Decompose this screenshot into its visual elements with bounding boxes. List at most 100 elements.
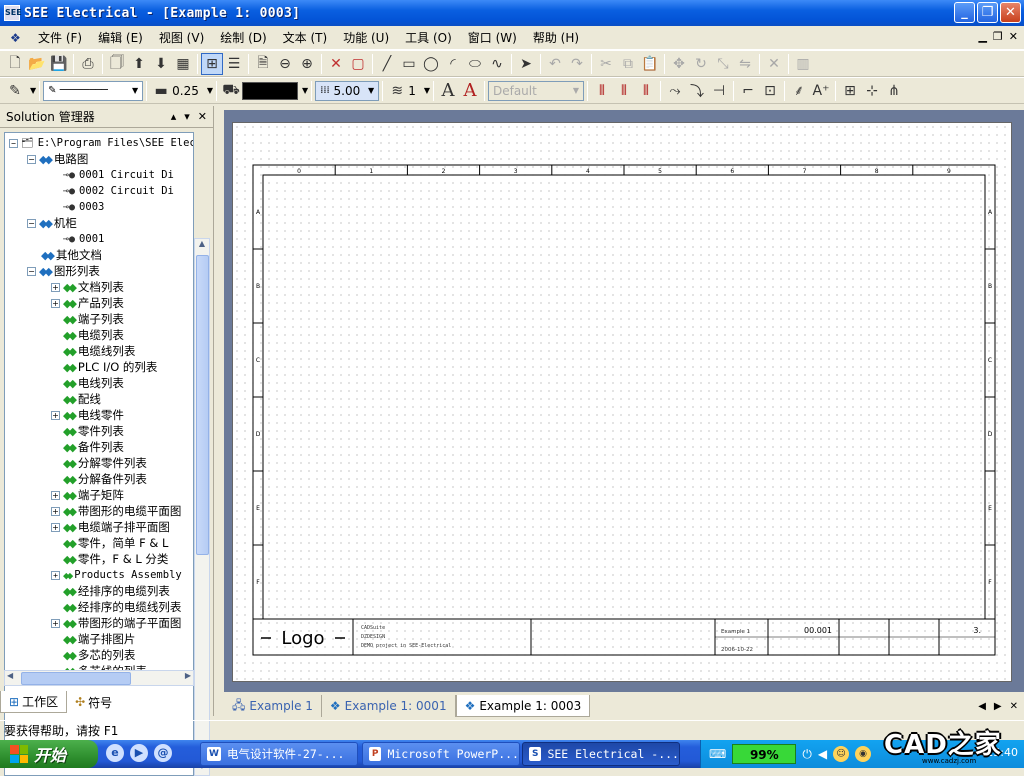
open-folder-icon[interactable]: 📂 [26,53,48,75]
expand-icon[interactable]: + [51,522,60,532]
select-box-icon[interactable]: ▢ [347,53,369,75]
line-width-value[interactable]: 0.25 [172,84,199,98]
start-button[interactable]: 开始 [0,740,98,768]
page-icon[interactable]: 🗍 [106,53,128,75]
cross-ref-icon[interactable]: ⊹ [861,80,883,102]
connect-down-icon[interactable]: ⤵ [686,80,708,102]
doc-minimize-icon[interactable]: ▁ [978,30,986,43]
tree-item-list[interactable]: ◆◆ 经排序的电缆线列表 [51,599,181,615]
plc-icon[interactable]: ⊞ [839,80,861,102]
menu-draw[interactable]: 绘制 (D) [214,29,272,46]
tree-item-cabinet[interactable]: − ◆◆ 机柜 [27,215,77,231]
minimize-button[interactable]: _ [954,2,975,23]
pen-color-icon[interactable]: ✎ [4,80,26,102]
pointer-icon[interactable]: ➤ [515,53,537,75]
keyboard-icon[interactable]: ⌨ [709,747,726,761]
color-dropdown-icon[interactable]: ▼ [302,86,308,95]
expand-icon[interactable]: + [51,570,60,580]
block-icon[interactable]: ⊡ [759,80,781,102]
tab-symbols[interactable]: ✣ 符号 [67,692,120,713]
back-icon[interactable]: ◀ [818,747,827,761]
tree-item-list[interactable]: ◆◆ 分解备件列表 [51,471,147,487]
lines-icon[interactable]: ☰ [223,53,245,75]
expand-icon[interactable]: + [51,298,60,308]
tree-horizontal-scrollbar[interactable]: ◀ ▶ [4,670,194,686]
panel-pin-icon[interactable]: ▴ [171,110,177,123]
new-file-icon[interactable]: 🗋 [4,53,26,75]
undo-icon[interactable]: ↶ [544,53,566,75]
menu-edit[interactable]: 编辑 (E) [92,29,149,46]
attribute-icon[interactable]: A⁺ [810,80,832,102]
line-width-dropdown-icon[interactable]: ▼ [207,86,213,95]
battery-indicator[interactable]: 99% [732,744,797,764]
wire-bus-icon[interactable]: ⦀ [591,80,613,102]
tree-item-cabinet-sheet[interactable]: ⊸● 0001 [63,231,104,247]
zoom-in-icon[interactable]: ⊕ [296,53,318,75]
drawing-sheet[interactable]: 0 1 2 3 4 5 6 7 8 9 A A B B C C D D E E F F Logo CADSuite DZDESI… [232,122,1012,682]
cut-icon[interactable]: ✂ [595,53,617,75]
mirror-icon[interactable]: ⇋ [734,53,756,75]
arrow-up-icon[interactable]: ⬆ [128,53,150,75]
tree-item-list[interactable]: + ◆◆ 端子矩阵 [51,487,124,503]
tree-item-list[interactable]: ◆◆ 电线列表 [51,375,124,391]
line-tool-icon[interactable]: ╱ [376,53,398,75]
symbol-icon[interactable]: ⸙ [788,80,810,102]
layer-icon[interactable]: ≋ [386,80,408,102]
doc-close-icon[interactable]: ✕ [1009,30,1018,43]
menu-help[interactable]: 帮助 (H) [527,29,585,46]
menu-function[interactable]: 功能 (U) [337,29,395,46]
style-select[interactable]: Default ▼ [487,80,584,101]
terminal-icon[interactable]: ⊣ [708,80,730,102]
close-button[interactable]: ✕ [1000,2,1021,23]
tree-item-list[interactable]: ◆◆ 端子排图片 [51,631,135,647]
network-icon[interactable]: ◉ [855,746,872,762]
document-menu-icon[interactable]: ❖ [10,31,24,45]
fill-bucket-icon[interactable]: ⛟ [220,80,242,102]
layer-dropdown-icon[interactable]: ▼ [424,86,430,95]
drawing-area[interactable]: 0 1 2 3 4 5 6 7 8 9 A A B B C C D D E E F F Logo CADSuite DZDESI… [224,110,1024,692]
tree-item-graphic-lists[interactable]: − ◆◆ 图形列表 [27,263,100,279]
tree-item-list[interactable]: ◆◆ 端子列表 [51,311,124,327]
menu-file[interactable]: 文件 (F) [32,29,88,46]
paste-icon[interactable]: 📋 [639,53,661,75]
messenger-icon[interactable]: ☺ [833,746,850,762]
move-icon[interactable]: ✥ [668,53,690,75]
tree-item-list[interactable]: ◆◆ 电缆线列表 [51,343,135,359]
rectangle-tool-icon[interactable]: ▭ [398,53,420,75]
line-style-select[interactable]: ✎ ──────── ▼ [43,80,144,101]
task-see-electrical[interactable]: S SEE Electrical -... [522,742,680,766]
numbering-icon[interactable]: ⋔ [883,80,905,102]
restore-button[interactable]: ❐ [977,2,998,23]
tab-example-1-0001[interactable]: ❖ Example 1: 0001 [322,695,456,717]
menu-view[interactable]: 视图 (V) [153,29,210,46]
layer-value[interactable]: 1 [408,84,416,98]
corner-icon[interactable]: ⌐ [737,80,759,102]
tree-item-other-docs[interactable]: ◆◆ 其他文档 [41,247,102,263]
connect-icon[interactable]: ⤳ [664,80,686,102]
tab-prev-icon[interactable]: ◀ [978,701,986,712]
collapse-icon[interactable]: − [9,138,18,148]
tree-item-list[interactable]: + ◆◆ 电线零件 [51,407,124,423]
tab-workspace[interactable]: ⊞ 工作区 [0,691,68,713]
tree-item-circuit[interactable]: ⊸● 0002 Circuit Di [63,183,174,199]
tree-item-list[interactable]: + ◆◆ 带图形的电缆平面图 [51,503,181,519]
curve-tool-icon[interactable]: ∿ [486,53,508,75]
grid-view-icon[interactable]: ▦ [172,53,194,75]
ellipse-tool-icon[interactable]: ⬭ [464,53,486,75]
save-icon[interactable]: 💾 [48,53,70,75]
grid-size-select[interactable]: ⁞⁞⁞ 5.00 ▼ [315,80,380,101]
app-icon[interactable]: SEE [4,5,22,21]
collapse-icon[interactable]: − [27,154,36,164]
cross-icon[interactable]: ✕ [325,53,347,75]
tree-item-list[interactable]: ◆◆ PLC I/O 的列表 [51,359,157,375]
tree-item-circuit[interactable]: ⊸● 0001 Circuit Di [63,167,174,183]
font-color-icon[interactable]: A [459,80,481,102]
menu-window[interactable]: 窗口 (W) [462,29,523,46]
panel-close-icon[interactable]: ✕ [198,110,207,123]
rotate-icon[interactable]: ↻ [690,53,712,75]
tree-item-list[interactable]: ◆◆ 多芯的列表 [51,647,135,663]
tree-scroll-thumb[interactable] [196,255,209,555]
expand-icon[interactable]: + [51,506,60,516]
zoom-page-icon[interactable]: 🗎 [252,53,274,75]
snap-toggle-icon[interactable]: ⊞ [201,52,223,75]
